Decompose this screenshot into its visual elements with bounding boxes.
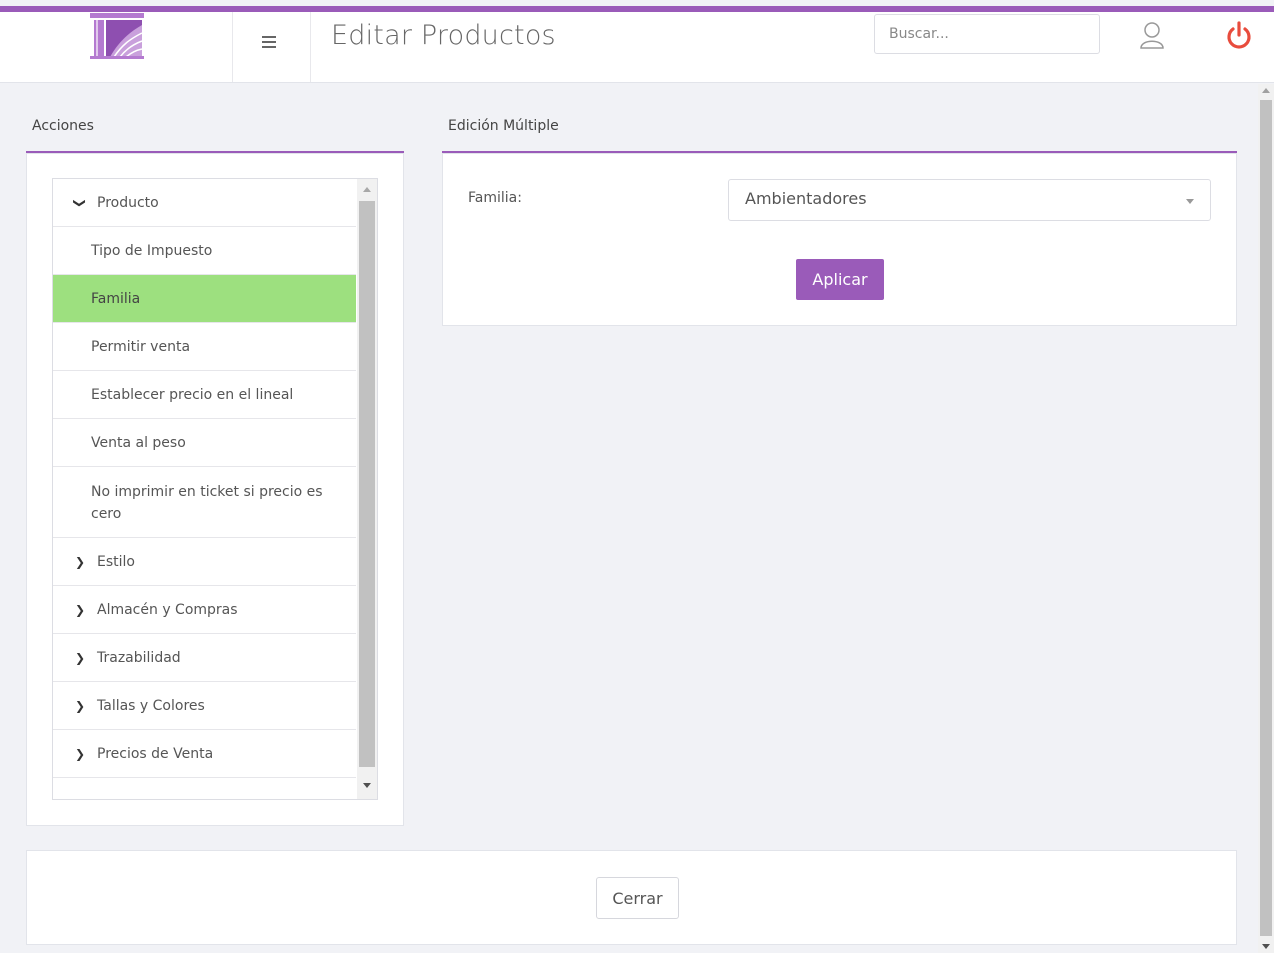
tree-item-label: Permitir venta	[91, 338, 191, 355]
tree-item-label: Precios de Venta	[97, 745, 214, 762]
chevron-down-icon: ❯	[73, 197, 87, 208]
tree-group-producto[interactable]: ❯ Producto	[53, 179, 356, 227]
logo[interactable]	[90, 13, 144, 59]
tree-group-tallas-y-colores[interactable]: ❯ Tallas y Colores	[53, 682, 356, 730]
actions-tree: ❯ Producto Tipo de Impuesto Familia Permi…	[52, 178, 378, 800]
chevron-right-icon: ❯	[74, 698, 86, 713]
tree-item-label: Tallas y Colores	[97, 697, 205, 714]
tree-item-permitir-venta[interactable]: Permitir venta	[53, 323, 356, 371]
familia-select-value: Ambientadores	[745, 189, 867, 208]
scroll-down-arrow-icon[interactable]	[363, 783, 371, 788]
tree-item-venta-al-peso[interactable]: Venta al peso	[53, 419, 356, 467]
tree-item-label: Producto	[97, 194, 159, 211]
familia-select[interactable]: Ambientadores	[728, 179, 1211, 221]
tree-item-label: No imprimir en ticket si precio es cero	[91, 484, 323, 522]
hamburger-icon[interactable]	[262, 36, 276, 51]
chevron-right-icon: ❯	[74, 554, 86, 569]
scroll-up-arrow-icon[interactable]	[363, 187, 371, 192]
tree-scrollbar[interactable]	[357, 179, 377, 799]
apply-button[interactable]: Aplicar	[796, 259, 884, 300]
chevron-right-icon: ❯	[74, 602, 86, 617]
power-icon[interactable]	[1225, 20, 1253, 50]
scroll-up-arrow-icon[interactable]	[1262, 88, 1270, 93]
search-input[interactable]	[874, 14, 1100, 54]
tree-item-label: Establecer precio en el lineal	[91, 386, 294, 403]
page-title: Editar Productos	[331, 20, 556, 51]
tree-item-label: Almacén y Compras	[97, 601, 238, 618]
page-scrollbar[interactable]	[1258, 84, 1274, 953]
tree-group-almacen-y-compras[interactable]: ❯ Almacén y Compras	[53, 586, 356, 634]
edit-panel-title: Edición Múltiple	[448, 118, 559, 134]
chevron-right-icon: ❯	[74, 746, 86, 761]
tree-item-label: Estilo	[97, 553, 135, 570]
chevron-right-icon: ❯	[74, 650, 86, 665]
tree-group-precios-de-venta[interactable]: ❯ Precios de Venta	[53, 730, 356, 778]
tree-group-estilo[interactable]: ❯ Estilo	[53, 538, 356, 586]
actions-tree-list: ❯ Producto Tipo de Impuesto Familia Permi…	[53, 179, 356, 778]
tree-group-trazabilidad[interactable]: ❯ Trazabilidad	[53, 634, 356, 682]
tree-item-label: Trazabilidad	[97, 649, 181, 666]
tree-item-label: Familia	[91, 290, 141, 307]
scroll-down-arrow-icon[interactable]	[1262, 944, 1270, 949]
familia-label: Familia:	[468, 190, 522, 206]
scrollbar-thumb[interactable]	[1260, 100, 1272, 936]
tree-item-label: Tipo de Impuesto	[91, 242, 213, 259]
tree-item-establecer-precio[interactable]: Establecer precio en el lineal	[53, 371, 356, 419]
caret-down-icon	[1186, 199, 1194, 204]
close-button[interactable]: Cerrar	[596, 877, 679, 919]
actions-panel-title: Acciones	[32, 118, 94, 134]
scrollbar-thumb[interactable]	[359, 201, 375, 767]
tree-item-tipo-de-impuesto[interactable]: Tipo de Impuesto	[53, 227, 356, 275]
tree-item-familia[interactable]: Familia	[53, 275, 356, 323]
tree-item-no-imprimir[interactable]: No imprimir en ticket si precio es cero	[53, 467, 356, 538]
user-icon[interactable]	[1139, 20, 1165, 50]
tree-item-label: Venta al peso	[91, 434, 186, 451]
